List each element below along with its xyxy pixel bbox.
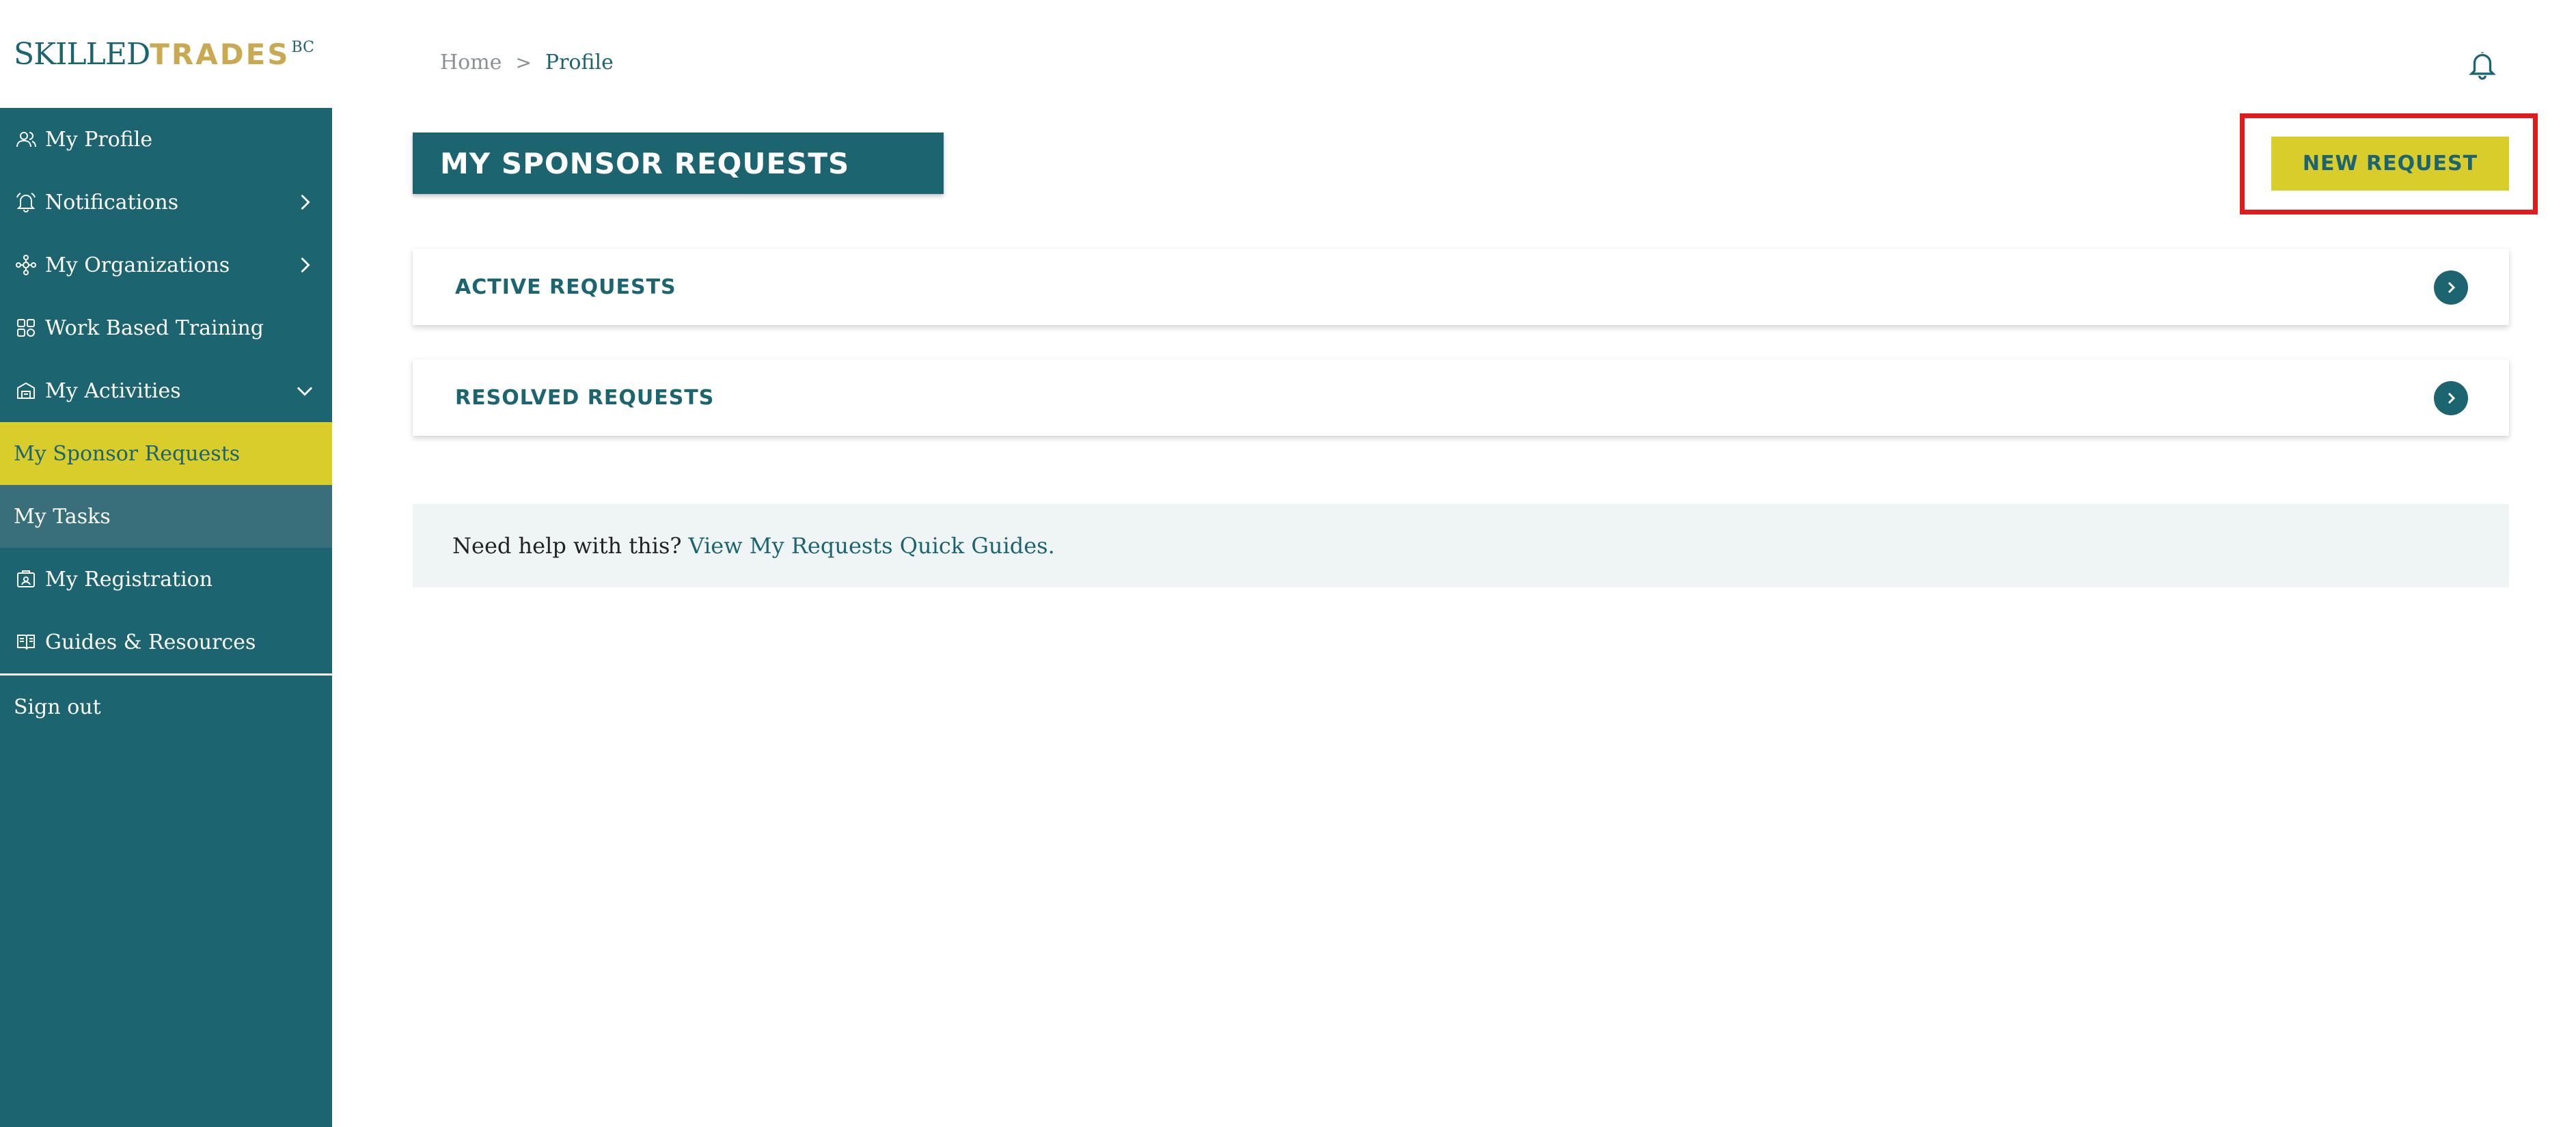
page-title-text: MY SPONSOR REQUESTS bbox=[440, 146, 850, 180]
sidebar-item-my-tasks[interactable]: My Tasks bbox=[0, 485, 332, 548]
sidebar-item-guides-resources[interactable]: Guides & Resources bbox=[0, 611, 332, 673]
sign-out-link[interactable]: Sign out bbox=[0, 676, 332, 738]
breadcrumb-separator: > bbox=[515, 51, 532, 74]
training-icon bbox=[14, 316, 38, 340]
logo-text-bc: BC bbox=[291, 39, 314, 56]
sidebar: SKILLED TRADES BC My Profile Notificatio… bbox=[0, 0, 332, 1127]
sidebar-item-label: My Profile bbox=[45, 127, 153, 152]
sidebar-item-label: My Sponsor Requests bbox=[14, 441, 241, 466]
sidebar-item-notifications[interactable]: Notifications bbox=[0, 171, 332, 234]
resolved-requests-panel[interactable]: RESOLVED REQUESTS bbox=[413, 359, 2509, 436]
sidebar-item-my-activities[interactable]: My Activities bbox=[0, 359, 332, 422]
chevron-right-circle-icon[interactable] bbox=[2434, 381, 2468, 415]
sidebar-item-label: Guides & Resources bbox=[45, 630, 256, 654]
help-text: Need help with this? bbox=[452, 533, 682, 559]
bell-icon bbox=[14, 190, 38, 214]
activities-icon bbox=[14, 378, 38, 403]
sidebar-item-my-organizations[interactable]: My Organizations bbox=[0, 234, 332, 296]
panel-label: RESOLVED REQUESTS bbox=[455, 385, 715, 410]
breadcrumb-home[interactable]: Home bbox=[440, 51, 502, 74]
logo-text-skilled: SKILLED bbox=[14, 37, 150, 72]
quick-guides-link[interactable]: View My Requests Quick Guides. bbox=[689, 533, 1055, 559]
bell-icon[interactable] bbox=[2467, 49, 2498, 81]
sidebar-item-my-sponsor-requests[interactable]: My Sponsor Requests bbox=[0, 422, 332, 485]
registration-icon bbox=[14, 567, 38, 592]
logo[interactable]: SKILLED TRADES BC bbox=[14, 38, 314, 79]
sidebar-item-label: My Registration bbox=[45, 567, 213, 592]
active-requests-panel[interactable]: ACTIVE REQUESTS bbox=[413, 249, 2509, 325]
breadcrumb: Home > Profile bbox=[440, 51, 614, 74]
sidebar-nav: My Profile Notifications My Organization… bbox=[0, 108, 332, 1127]
sidebar-item-label: My Activities bbox=[45, 378, 181, 403]
user-icon bbox=[14, 127, 38, 152]
sidebar-item-label: My Organizations bbox=[45, 253, 230, 277]
chevron-right-circle-icon[interactable] bbox=[2434, 270, 2468, 305]
chevron-down-icon bbox=[297, 387, 313, 396]
sidebar-item-label: Notifications bbox=[45, 190, 179, 214]
chevron-right-icon bbox=[301, 194, 310, 210]
breadcrumb-current: Profile bbox=[545, 51, 614, 74]
sidebar-item-my-registration[interactable]: My Registration bbox=[0, 548, 332, 611]
guides-icon bbox=[14, 630, 38, 654]
sidebar-item-my-profile[interactable]: My Profile bbox=[0, 108, 332, 171]
chevron-right-icon bbox=[301, 257, 310, 273]
sidebar-item-label: Work Based Training bbox=[45, 316, 264, 340]
page-title: MY SPONSOR REQUESTS bbox=[413, 133, 944, 194]
logo-text-trades: TRADES bbox=[150, 38, 290, 71]
new-request-button[interactable]: NEW REQUEST bbox=[2271, 137, 2509, 191]
sidebar-item-work-based-training[interactable]: Work Based Training bbox=[0, 296, 332, 359]
sidebar-item-label: My Tasks bbox=[14, 504, 111, 529]
sign-out-label: Sign out bbox=[14, 695, 101, 719]
organization-icon bbox=[14, 253, 38, 277]
help-banner: Need help with this? View My Requests Qu… bbox=[413, 504, 2509, 587]
panel-label: ACTIVE REQUESTS bbox=[455, 275, 676, 299]
